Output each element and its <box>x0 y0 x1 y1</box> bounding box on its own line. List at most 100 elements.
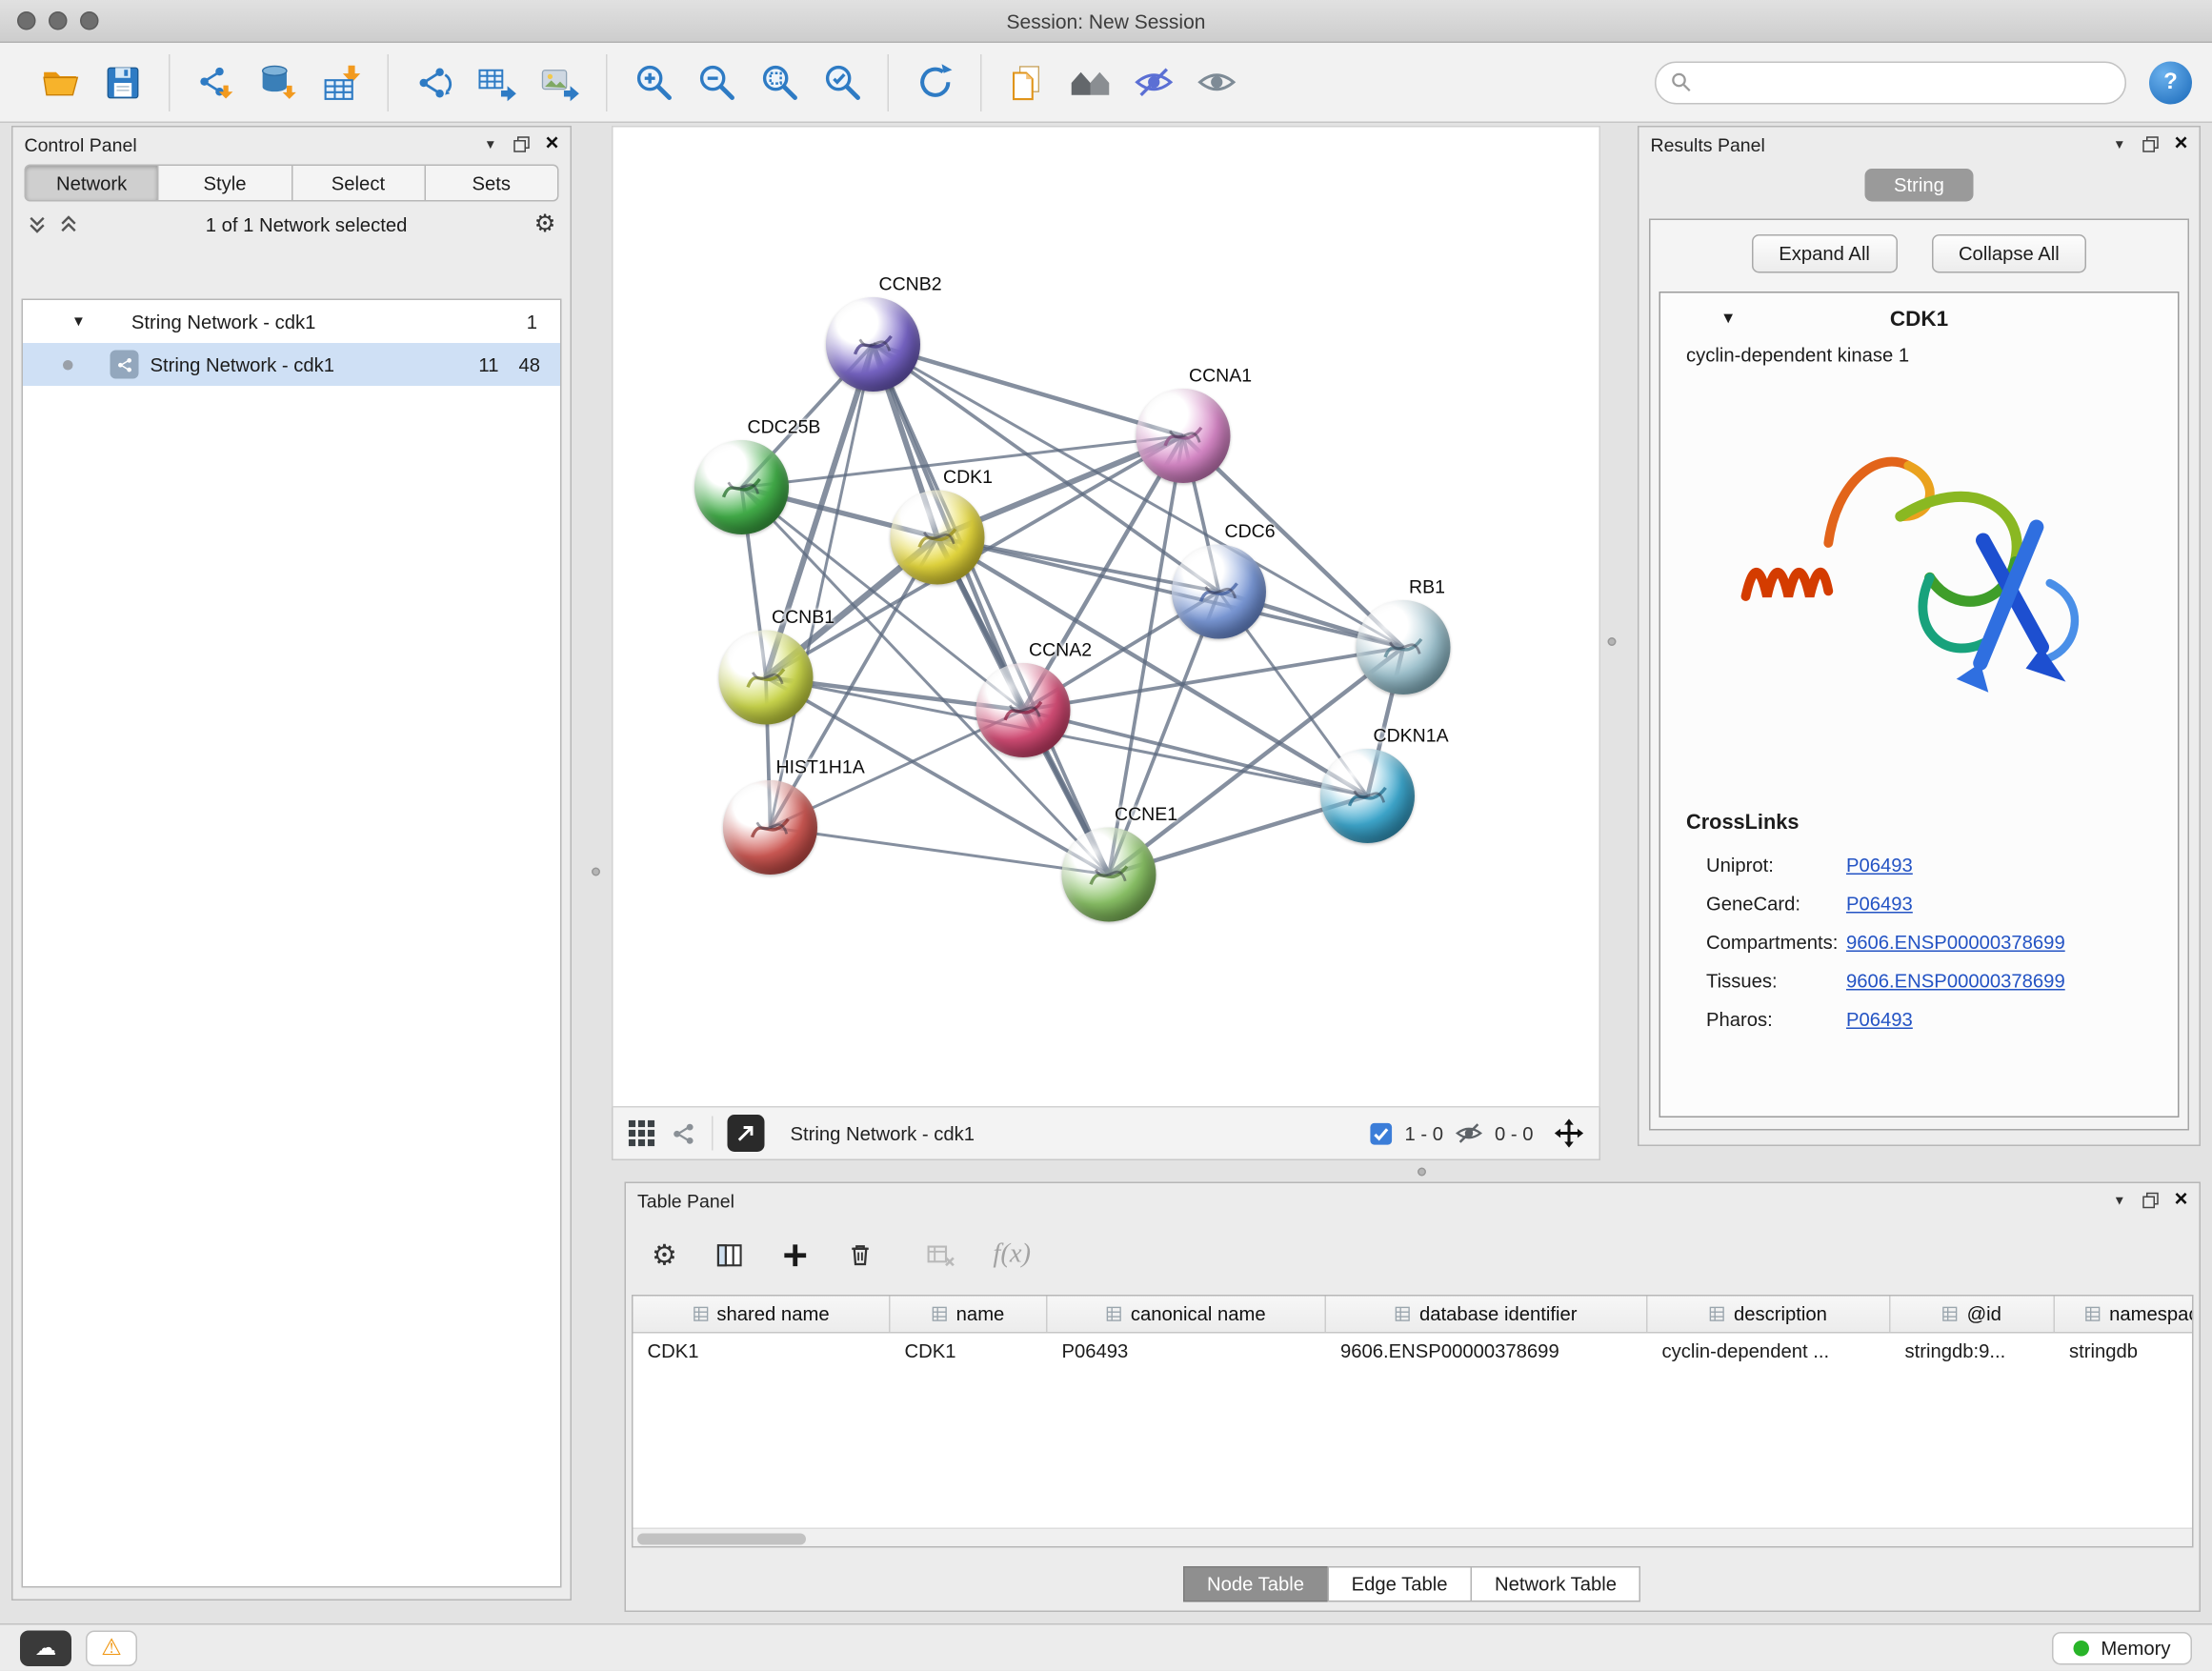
selected-checkbox-icon[interactable] <box>1369 1121 1394 1146</box>
export-network-button[interactable] <box>471 50 525 113</box>
panel-menu-icon[interactable]: ▼ <box>2113 1194 2125 1208</box>
table-cell[interactable]: CDK1 <box>891 1334 1048 1371</box>
splitter-handle[interactable] <box>1418 1168 1426 1177</box>
panel-menu-icon[interactable]: ▼ <box>2113 137 2125 151</box>
zoom-out-button[interactable] <box>689 50 743 113</box>
delete-column-icon[interactable] <box>846 1240 875 1269</box>
close-window-button[interactable] <box>17 11 36 30</box>
table-cell[interactable]: cyclin-dependent ... <box>1648 1334 1891 1371</box>
tab-node-table[interactable]: Node Table <box>1182 1566 1328 1602</box>
tab-network[interactable]: Network <box>25 165 159 202</box>
crosslink-link[interactable]: 9606.ENSP00000378699 <box>1846 932 2065 954</box>
network-node-ccnb2[interactable] <box>826 297 920 392</box>
network-node-cdc6[interactable] <box>1172 545 1266 639</box>
network-node-ccna1[interactable] <box>1136 389 1231 483</box>
table-cell[interactable]: CDK1 <box>633 1334 891 1371</box>
column-sort-icon[interactable] <box>1710 1306 1726 1322</box>
panel-close-icon[interactable]: × <box>545 133 558 156</box>
network-node-cdc25b[interactable] <box>694 440 789 534</box>
zoom-selected-button[interactable] <box>814 50 869 113</box>
table-cell[interactable]: P06493 <box>1048 1334 1327 1371</box>
column-header-database-identifier[interactable]: database identifier <box>1326 1297 1648 1333</box>
network-node-cdk1[interactable] <box>891 491 985 585</box>
open-documentation-button[interactable] <box>1000 50 1055 113</box>
open-session-button[interactable] <box>33 50 88 113</box>
collection-disclosure-icon[interactable]: ▼ <box>71 313 86 330</box>
import-network-button[interactable] <box>189 50 243 113</box>
zoom-in-button[interactable] <box>626 50 680 113</box>
search-input[interactable] <box>1700 70 2111 95</box>
column-header-shared-name[interactable]: shared name <box>633 1297 891 1333</box>
network-collection-row[interactable]: ▼ String Network - cdk1 1 <box>23 300 560 343</box>
panel-float-icon[interactable] <box>2142 1192 2159 1209</box>
network-row-selected[interactable]: String Network - cdk1 11 48 <box>23 343 560 386</box>
column-sort-icon[interactable] <box>1106 1306 1122 1322</box>
tab-sets[interactable]: Sets <box>426 165 559 202</box>
column-header-name[interactable]: name <box>891 1297 1048 1333</box>
splitter-handle[interactable] <box>1608 637 1617 646</box>
column-header-description[interactable]: description <box>1648 1297 1891 1333</box>
apply-layout-button[interactable] <box>908 50 962 113</box>
zoom-fit-button[interactable] <box>752 50 806 113</box>
help-button[interactable]: ? <box>2149 61 2192 104</box>
table-cell[interactable]: stringdb <box>2055 1334 2194 1371</box>
move-crosshair-icon[interactable] <box>1554 1117 1585 1149</box>
memory-button[interactable]: Memory <box>2052 1631 2192 1664</box>
table-row[interactable]: CDK1CDK1P064939606.ENSP00000378699cyclin… <box>633 1334 2193 1371</box>
splitter-handle[interactable] <box>592 868 600 876</box>
minimize-window-button[interactable] <box>49 11 68 30</box>
table-options-gear-icon[interactable]: ⚙ <box>652 1237 677 1273</box>
tab-string[interactable]: String <box>1865 169 1973 202</box>
network-edges[interactable] <box>613 128 1601 1108</box>
panel-close-icon[interactable]: × <box>2174 133 2187 156</box>
crosslink-link[interactable]: P06493 <box>1846 894 1913 916</box>
table-cell[interactable]: stringdb:9... <box>1891 1334 2056 1371</box>
import-table-button[interactable] <box>314 50 369 113</box>
horizontal-scrollbar[interactable] <box>633 1528 2193 1547</box>
panel-close-icon[interactable]: × <box>2174 1189 2187 1212</box>
network-node-hist1h1a[interactable] <box>723 780 817 875</box>
show-graphics-details-button[interactable] <box>1189 50 1243 113</box>
tab-style[interactable]: Style <box>159 165 292 202</box>
expand-all-icon[interactable] <box>59 214 79 234</box>
scrollbar-thumb[interactable] <box>637 1533 806 1544</box>
function-builder-icon[interactable]: f(x) <box>993 1239 1031 1271</box>
network-node-ccnb1[interactable] <box>719 631 814 725</box>
tab-network-table[interactable]: Network Table <box>1471 1566 1641 1602</box>
crosslink-link[interactable]: P06493 <box>1846 855 1913 876</box>
column-sort-icon[interactable] <box>932 1306 948 1322</box>
hidden-eye-slash-icon[interactable] <box>1455 1119 1483 1148</box>
add-column-icon[interactable] <box>781 1241 809 1269</box>
column-sort-icon[interactable] <box>1942 1306 1959 1322</box>
column-sort-icon[interactable] <box>693 1306 709 1322</box>
expand-all-button[interactable]: Expand All <box>1752 233 1898 272</box>
open-in-new-window-button[interactable] <box>728 1115 765 1152</box>
new-network-from-selection-button[interactable] <box>408 50 462 113</box>
network-node-ccna2[interactable] <box>976 663 1071 757</box>
import-network-from-database-button[interactable] <box>251 50 306 113</box>
column-header-@id[interactable]: @id <box>1891 1297 2056 1333</box>
protein-disclosure-icon[interactable]: ▼ <box>1720 311 1736 328</box>
network-node-ccne1[interactable] <box>1062 828 1156 922</box>
column-header-canonical-name[interactable]: canonical name <box>1048 1297 1327 1333</box>
crosslink-link[interactable]: 9606.ENSP00000378699 <box>1846 971 2065 993</box>
warnings-button[interactable]: ⚠ <box>86 1630 137 1666</box>
collapse-all-button[interactable]: Collapse All <box>1931 233 2086 272</box>
column-sort-icon[interactable] <box>2085 1306 2101 1322</box>
table-cell[interactable]: 9606.ENSP00000378699 <box>1326 1334 1648 1371</box>
network-node-cdkn1a[interactable] <box>1320 749 1415 843</box>
delete-table-icon[interactable] <box>926 1239 956 1270</box>
search-box[interactable] <box>1655 61 2126 104</box>
zoom-window-button[interactable] <box>80 11 99 30</box>
crosslink-link[interactable]: P06493 <box>1846 1009 1913 1031</box>
tab-select[interactable]: Select <box>292 165 426 202</box>
export-image-button[interactable] <box>533 50 588 113</box>
network-node-rb1[interactable] <box>1357 600 1451 695</box>
network-view[interactable]: CCNB2CCNA1CDC25BCDK1CDC6RB1CCNB1CCNA2CDK… <box>612 126 1600 1108</box>
hide-unhide-button[interactable] <box>1126 50 1180 113</box>
show-columns-icon[interactable] <box>714 1239 745 1270</box>
tab-edge-table[interactable]: Edge Table <box>1327 1566 1472 1602</box>
home-button[interactable] <box>1063 50 1117 113</box>
birds-eye-view-icon[interactable] <box>628 1119 656 1148</box>
column-sort-icon[interactable] <box>1395 1306 1411 1322</box>
